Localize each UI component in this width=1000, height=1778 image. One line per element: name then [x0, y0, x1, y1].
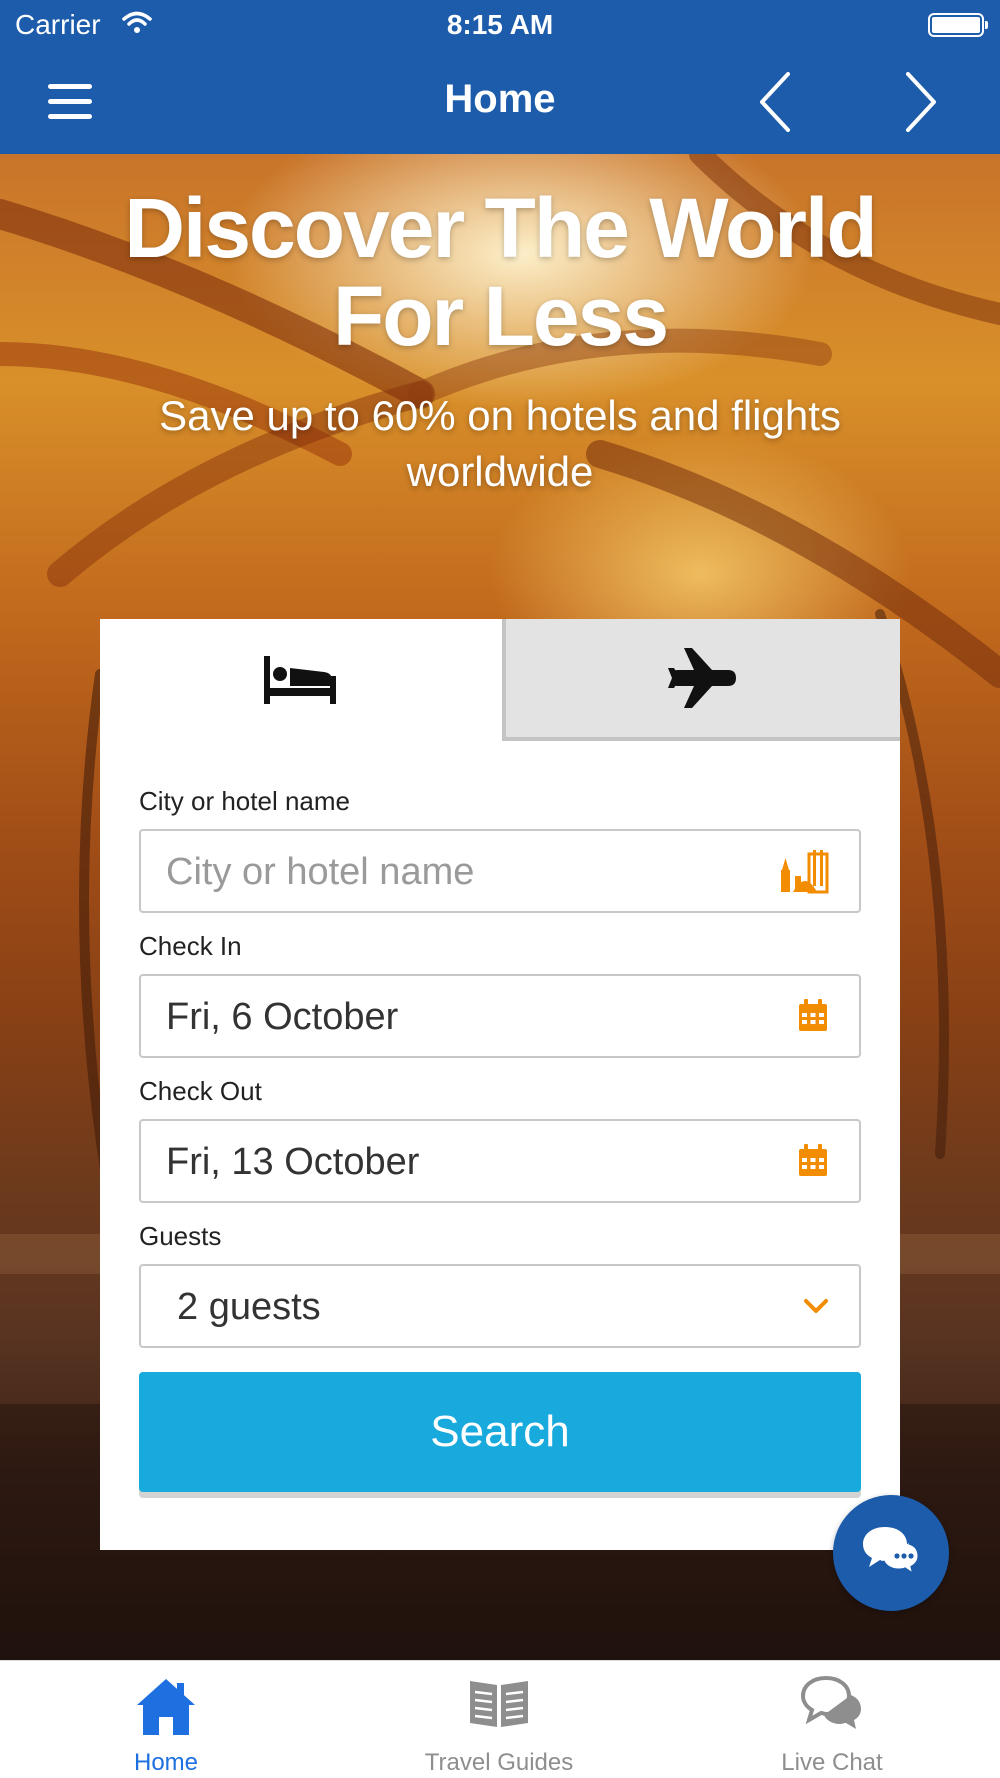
- chat-bubbles-icon: [800, 1675, 861, 1729]
- home-icon: [137, 1679, 195, 1735]
- book-icon: [470, 1681, 528, 1727]
- hero-subtitle: Save up to 60% on hotels and flights wor…: [159, 392, 841, 495]
- check-out-value: Fri, 13 October: [166, 1141, 420, 1183]
- destination-input[interactable]: City or hotel name: [139, 829, 861, 913]
- nav-bar: Home: [0, 50, 1000, 154]
- tab-home-label: Home: [133, 1749, 199, 1776]
- city-landmarks-icon: [781, 850, 829, 894]
- guests-select[interactable]: 2 guests: [139, 1264, 861, 1348]
- tab-live-chat[interactable]: Live Chat: [722, 1661, 942, 1778]
- calendar-icon: [799, 1144, 827, 1176]
- battery-icon: [928, 13, 988, 37]
- tab-flights[interactable]: [502, 619, 900, 741]
- check-out-label: Check Out: [139, 1076, 262, 1106]
- airplane-icon: [668, 648, 736, 708]
- tab-live-chat-label: Live Chat: [781, 1749, 883, 1776]
- check-in-value: Fri, 6 October: [166, 996, 399, 1038]
- tab-travel-guides[interactable]: Travel Guides: [389, 1661, 609, 1778]
- bed-icon: [264, 656, 336, 704]
- tab-hotels[interactable]: [100, 619, 500, 741]
- guests-label: Guests: [139, 1221, 222, 1251]
- check-in-field[interactable]: Fri, 6 October: [139, 974, 861, 1058]
- destination-label: City or hotel name: [139, 786, 350, 816]
- check-in-label: Check In: [139, 931, 242, 961]
- page-title: Home: [444, 77, 556, 121]
- status-bar: Carrier 8:15 AM: [0, 0, 1000, 50]
- search-button[interactable]: Search: [139, 1372, 861, 1492]
- guests-value: 2 guests: [177, 1286, 321, 1328]
- chevron-left-icon[interactable]: [750, 68, 806, 136]
- tab-travel-guides-label: Travel Guides: [424, 1749, 574, 1776]
- chat-fab-button[interactable]: [833, 1495, 949, 1611]
- chat-bubbles-icon: [863, 1527, 921, 1579]
- check-out-field[interactable]: Fri, 13 October: [139, 1119, 861, 1203]
- destination-placeholder: City or hotel name: [166, 851, 475, 893]
- bottom-tab-bar: Home Travel Guides Live Chat: [0, 1660, 1000, 1778]
- chevron-right-icon[interactable]: [890, 68, 946, 136]
- chevron-down-icon: [804, 1299, 828, 1313]
- hero-title: Discover The World For Less: [124, 181, 877, 363]
- calendar-icon: [799, 999, 827, 1031]
- tab-home[interactable]: Home: [56, 1661, 276, 1778]
- search-card: City or hotel name City or hotel name Ch…: [100, 619, 900, 1550]
- status-time: 8:15 AM: [446, 9, 554, 40]
